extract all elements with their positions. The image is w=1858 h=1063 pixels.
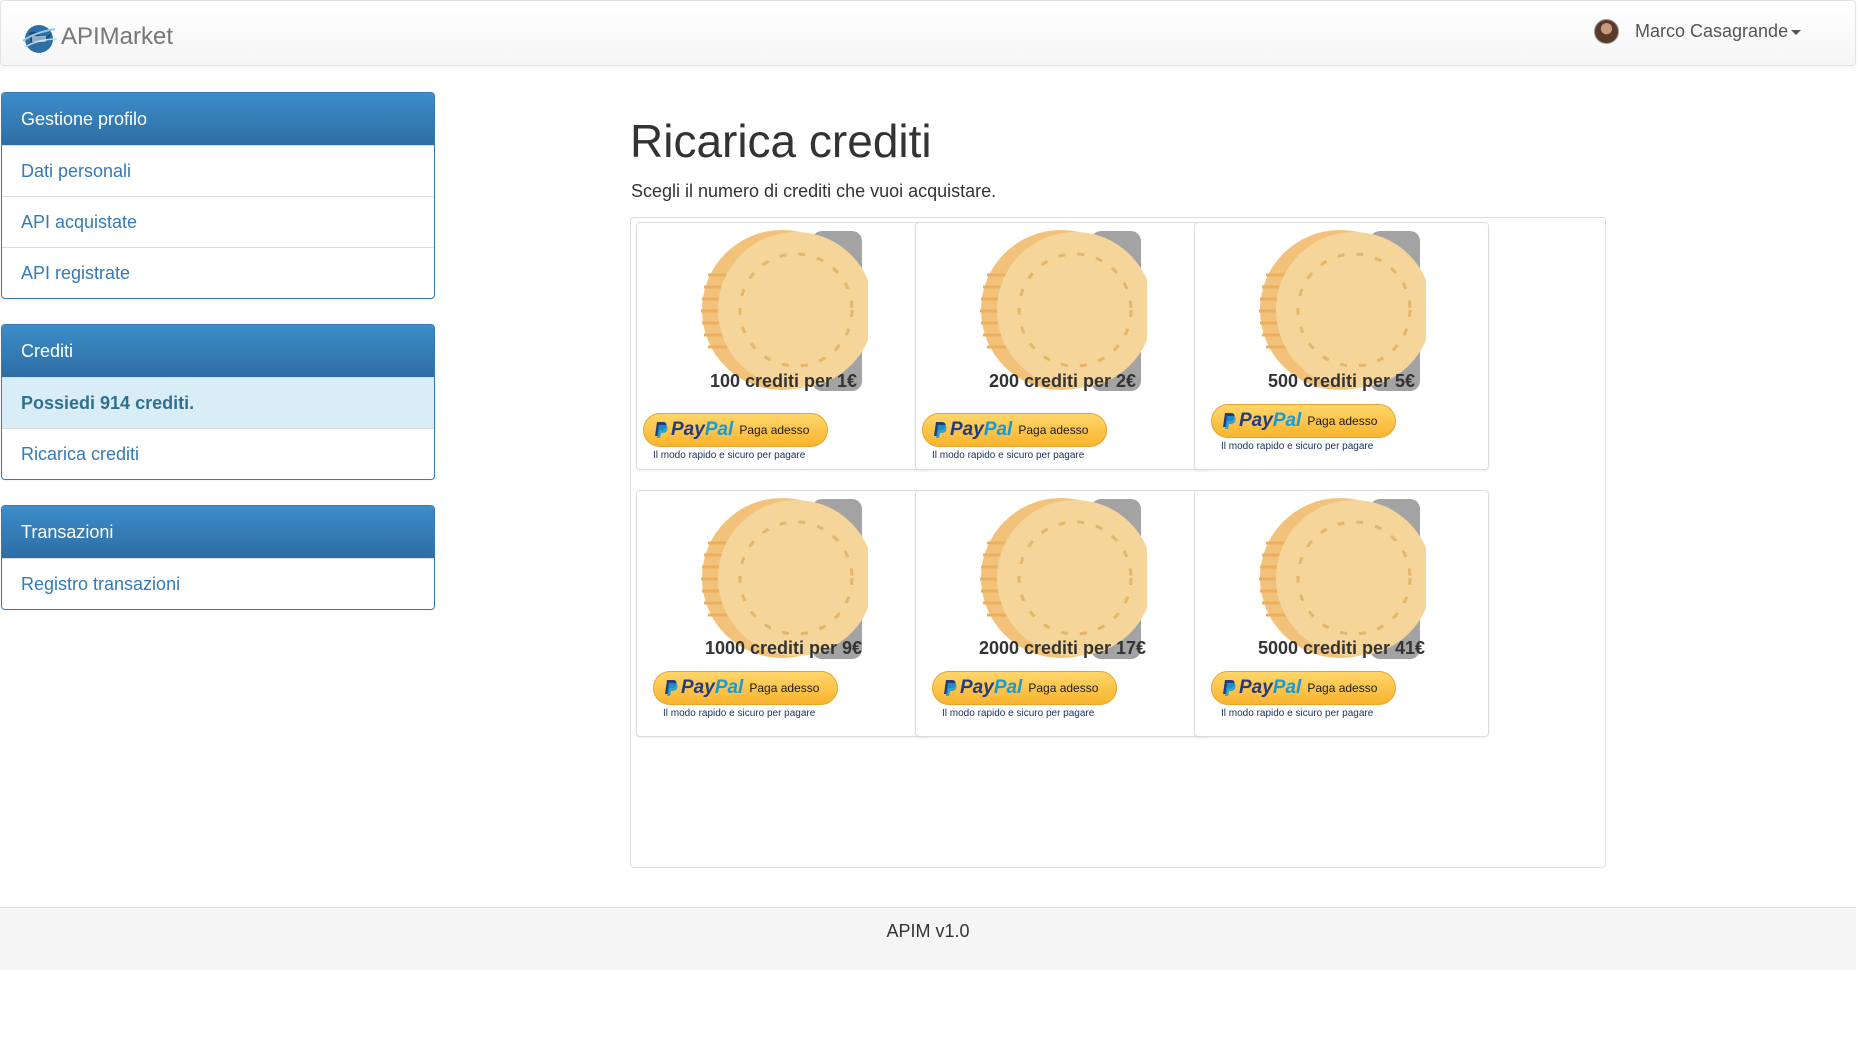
panel-heading-credits: Crediti — [2, 325, 434, 377]
coin-icon — [701, 230, 868, 391]
paypal-button-body[interactable]: Pay Pal Paga adesso — [1211, 404, 1396, 438]
caret-down-icon — [1791, 30, 1802, 35]
profile-panel: Gestione profilo Dati personali API acqu… — [1, 92, 435, 299]
paypal-pay-now-button[interactable]: Pay Pal Paga adesso Il modo rapido e sicu… — [1211, 671, 1396, 719]
paypal-logo-icon: Pay Pal — [1222, 677, 1301, 699]
paypal-tagline: Il modo rapido e sicuro per pagare — [932, 450, 1085, 461]
paypal-button-label: Paga adesso — [739, 423, 810, 437]
paypal-tagline: Il modo rapido e sicuro per pagare — [1221, 708, 1374, 719]
paypal-pal-text: Pal — [704, 419, 734, 440]
package-label: 500 crediti per 5€ — [1267, 371, 1416, 391]
credit-balance: Possiedi 914 crediti. — [2, 377, 434, 428]
credit-packages-container: 100 crediti per 1€ Pay Pal Paga adesso Il… — [630, 217, 1606, 868]
package-label: 100 crediti per 1€ — [709, 371, 858, 391]
paypal-pay-now-button[interactable]: Pay Pal Paga adesso Il modo rapido e sicu… — [932, 671, 1117, 719]
panel-heading-profile: Gestione profilo — [2, 93, 434, 145]
credits-panel: Crediti Possiedi 914 crediti. Ricarica c… — [1, 324, 435, 480]
paypal-pal-text: Pal — [1272, 410, 1302, 431]
package-label: 200 crediti per 2€ — [988, 371, 1137, 391]
paypal-logo-icon: Pay Pal — [933, 419, 1012, 441]
paypal-pay-text: Pay — [681, 677, 715, 698]
user-name: Marco Casagrande — [1635, 21, 1789, 41]
credit-package-card-3: 500 crediti per 5€ Pay Pal Paga adesso Il… — [1194, 222, 1489, 470]
paypal-tagline: Il modo rapido e sicuro per pagare — [653, 450, 806, 461]
sidebar-item-api-acquistate[interactable]: API acquistate — [2, 196, 434, 247]
paypal-logo-icon: Pay Pal — [664, 677, 743, 699]
paypal-logo-icon: Pay Pal — [943, 677, 1022, 699]
paypal-pal-text: Pal — [993, 677, 1023, 698]
paypal-button-body[interactable]: Pay Pal Paga adesso — [932, 671, 1117, 705]
sidebar-item-dati-personali[interactable]: Dati personali — [2, 145, 434, 196]
coin-icon — [1259, 230, 1426, 391]
paypal-button-label: Paga adesso — [1028, 681, 1099, 695]
panel-heading-transactions: Transazioni — [2, 506, 434, 558]
credit-package-card-6: 5000 crediti per 41€ Pay Pal Paga adesso … — [1194, 490, 1489, 737]
credit-package-card-4: 1000 crediti per 9€ Pay Pal Paga adesso I… — [636, 490, 931, 737]
footer: APIM v1.0 — [0, 907, 1856, 970]
transactions-panel: Transazioni Registro transazioni — [1, 505, 435, 610]
paypal-pal-text: Pal — [1272, 677, 1302, 698]
page-subtitle: Scegli il numero di crediti che vuoi acq… — [631, 181, 997, 201]
globe-logo-icon — [21, 19, 59, 55]
paypal-pay-now-button[interactable]: Pay Pal Paga adesso Il modo rapido e sicu… — [653, 671, 838, 719]
sidebar-item-registro-transazioni[interactable]: Registro transazioni — [2, 558, 434, 609]
coin-icon — [980, 498, 1147, 659]
navbar: APIMarket Marco Casagrande — [0, 0, 1856, 66]
paypal-pay-text: Pay — [1239, 410, 1273, 431]
user-menu-dropdown[interactable]: Marco Casagrande — [1594, 19, 1802, 44]
credit-package-card-1: 100 crediti per 1€ Pay Pal Paga adesso Il… — [636, 222, 931, 470]
paypal-pay-now-button[interactable]: Pay Pal Paga adesso Il modo rapido e sicu… — [643, 413, 828, 461]
paypal-button-body[interactable]: Pay Pal Paga adesso — [643, 413, 828, 447]
paypal-button-body[interactable]: Pay Pal Paga adesso — [1211, 671, 1396, 705]
paypal-logo-icon: Pay Pal — [654, 419, 733, 441]
paypal-pay-text: Pay — [671, 419, 705, 440]
coin-icon — [980, 230, 1147, 391]
sidebar-item-api-registrate[interactable]: API registrate — [2, 247, 434, 298]
paypal-button-body[interactable]: Pay Pal Paga adesso — [922, 413, 1107, 447]
paypal-pay-now-button[interactable]: Pay Pal Paga adesso Il modo rapido e sicu… — [922, 413, 1107, 461]
paypal-pay-text: Pay — [950, 419, 984, 440]
paypal-logo-icon: Pay Pal — [1222, 410, 1301, 432]
paypal-button-label: Paga adesso — [1018, 423, 1089, 437]
paypal-pay-text: Pay — [1239, 677, 1273, 698]
paypal-pal-text: Pal — [714, 677, 744, 698]
sidebar-item-ricarica-crediti[interactable]: Ricarica crediti — [2, 428, 434, 479]
credit-package-card-5: 2000 crediti per 17€ Pay Pal Paga adesso … — [915, 490, 1210, 737]
paypal-pay-now-button[interactable]: Pay Pal Paga adesso Il modo rapido e sicu… — [1211, 404, 1396, 452]
credit-package-card-2: 200 crediti per 2€ Pay Pal Paga adesso Il… — [915, 222, 1210, 470]
paypal-tagline: Il modo rapido e sicuro per pagare — [663, 708, 816, 719]
paypal-button-body[interactable]: Pay Pal Paga adesso — [653, 671, 838, 705]
page-title: Ricarica crediti — [630, 115, 932, 167]
paypal-button-label: Paga adesso — [1307, 681, 1378, 695]
paypal-button-label: Paga adesso — [1307, 414, 1378, 428]
coin-icon — [1259, 498, 1426, 659]
brand-link[interactable]: APIMarket — [21, 19, 173, 55]
footer-version: APIM v1.0 — [886, 921, 970, 941]
package-label: 5000 crediti per 41€ — [1257, 638, 1426, 658]
package-label: 2000 crediti per 17€ — [978, 638, 1147, 658]
brand-name: APIMarket — [61, 23, 174, 50]
paypal-pay-text: Pay — [960, 677, 994, 698]
paypal-button-label: Paga adesso — [749, 681, 820, 695]
paypal-tagline: Il modo rapido e sicuro per pagare — [942, 708, 1095, 719]
coin-icon — [701, 498, 868, 659]
paypal-pal-text: Pal — [983, 419, 1013, 440]
avatar — [1594, 19, 1619, 44]
package-label: 1000 crediti per 9€ — [704, 638, 863, 658]
paypal-tagline: Il modo rapido e sicuro per pagare — [1221, 441, 1374, 452]
